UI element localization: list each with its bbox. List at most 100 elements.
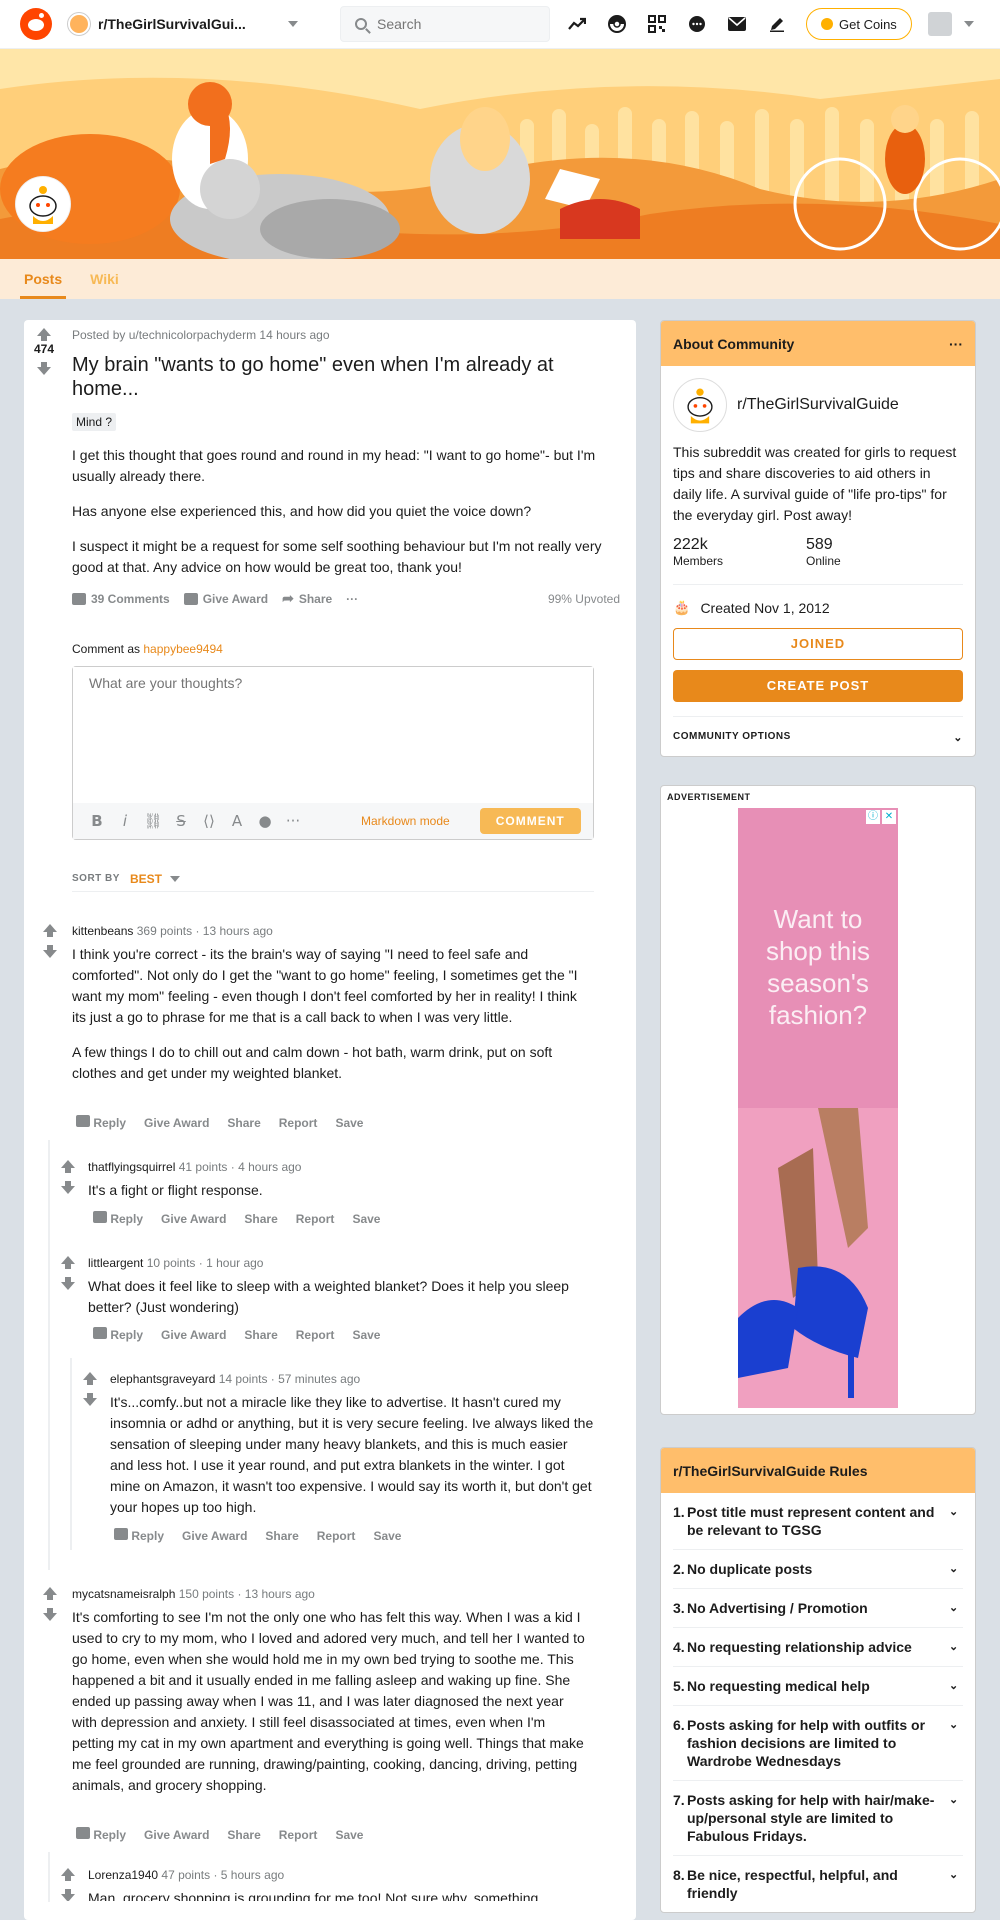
reply-button[interactable]: Reply <box>76 1115 126 1130</box>
upvote-icon[interactable] <box>43 924 57 937</box>
popular-icon[interactable] <box>606 13 628 35</box>
italic-icon[interactable]: i <box>111 812 139 830</box>
comment-author[interactable]: Lorenza1940 <box>88 1868 158 1882</box>
report-button[interactable]: Report <box>279 1828 318 1842</box>
share-button[interactable]: Share <box>227 1116 260 1130</box>
save-button[interactable]: Save <box>335 1828 363 1842</box>
upvote-icon[interactable] <box>61 1256 75 1269</box>
give-award-button[interactable]: Give Award <box>183 592 268 606</box>
get-coins-button[interactable]: Get Coins <box>806 8 912 40</box>
joined-button[interactable]: JOINED <box>673 628 963 660</box>
share-button[interactable]: Share <box>265 1529 298 1543</box>
reply-button[interactable]: Reply <box>93 1211 143 1226</box>
save-button[interactable]: Save <box>352 1212 380 1226</box>
editor-toolbar: B i ⛓ S ⟨⟩ A ● ··· Markdown mode COMMENT <box>73 803 593 839</box>
tab-posts[interactable]: Posts <box>20 259 67 299</box>
community-name[interactable]: r/TheGirlSurvivalGuide <box>737 396 899 414</box>
community-options-toggle[interactable]: COMMUNITY OPTIONS ⌄ <box>673 716 963 744</box>
upvote-icon[interactable] <box>83 1372 97 1385</box>
reply-button[interactable]: Reply <box>93 1327 143 1342</box>
rule-item[interactable]: 5. No requesting medical help ⌄ <box>673 1667 963 1706</box>
downvote-icon[interactable] <box>37 362 51 375</box>
comment-username[interactable]: happybee9494 <box>143 642 222 656</box>
share-button[interactable]: Share <box>227 1828 260 1842</box>
comment-author[interactable]: littleargent <box>88 1256 143 1270</box>
downvote-icon[interactable] <box>61 1889 75 1901</box>
comment-submit-button[interactable]: COMMENT <box>479 808 581 834</box>
trending-icon[interactable] <box>566 13 588 35</box>
more-options-button[interactable]: ··· <box>346 592 358 606</box>
pencil-icon[interactable] <box>766 13 788 35</box>
save-button[interactable]: Save <box>373 1529 401 1543</box>
share-button[interactable]: Share <box>244 1328 277 1342</box>
comments-button[interactable]: 39 Comments <box>72 592 170 606</box>
reply-button[interactable]: Reply <box>76 1827 126 1842</box>
downvote-icon[interactable] <box>43 1608 57 1621</box>
upvote-icon[interactable] <box>61 1160 75 1173</box>
subreddit-switcher[interactable]: r/TheGirlSurvivalGui... <box>68 6 308 42</box>
superscript-icon[interactable]: A <box>223 812 251 830</box>
bold-icon[interactable]: B <box>83 812 111 830</box>
code-icon[interactable]: ⟨⟩ <box>195 812 223 830</box>
give-award-button[interactable]: Give Award <box>161 1328 226 1342</box>
search-input[interactable] <box>377 16 527 32</box>
post-flair[interactable]: Mind ? <box>72 413 117 431</box>
rule-item[interactable]: 1. Post title must represent content and … <box>673 1493 963 1550</box>
report-button[interactable]: Report <box>296 1328 335 1342</box>
more-options-icon[interactable]: ··· <box>949 336 963 352</box>
create-post-button[interactable]: CREATE POST <box>673 670 963 702</box>
share-button[interactable]: Share <box>244 1212 277 1226</box>
close-icon[interactable]: ✕ <box>882 810 896 824</box>
comment-author[interactable]: kittenbeans <box>72 924 133 938</box>
give-award-button[interactable]: Give Award <box>144 1828 209 1842</box>
comment-body: It's...comfy..but not a miracle like the… <box>110 1392 594 1518</box>
upvote-icon[interactable] <box>37 328 51 341</box>
rule-item[interactable]: 6. Posts asking for help with outfits or … <box>673 1706 963 1781</box>
comment-author[interactable]: elephantsgraveyard <box>110 1372 215 1386</box>
markdown-mode-button[interactable]: Markdown mode <box>361 814 450 828</box>
give-award-button[interactable]: Give Award <box>182 1529 247 1543</box>
rule-item[interactable]: 3. No Advertising / Promotion ⌄ <box>673 1589 963 1628</box>
link-icon[interactable]: ⛓ <box>139 812 167 830</box>
comment-textarea[interactable] <box>73 667 593 803</box>
ad-banner[interactable]: ⓘ ✕ Want to shop this season's fashion? <box>738 808 898 1408</box>
qr-icon[interactable] <box>646 13 668 35</box>
give-award-button[interactable]: Give Award <box>144 1116 209 1130</box>
thread-line[interactable] <box>48 1852 50 1902</box>
comment-author[interactable]: thatflyingsquirrel <box>88 1160 175 1174</box>
rule-item[interactable]: 8. Be nice, respectful, helpful, and frie… <box>673 1856 963 1912</box>
rule-item[interactable]: 2. No duplicate posts ⌄ <box>673 1550 963 1589</box>
give-award-button[interactable]: Give Award <box>161 1212 226 1226</box>
ad-choices[interactable]: ⓘ ✕ <box>866 810 896 824</box>
rule-item[interactable]: 4. No requesting relationship advice ⌄ <box>673 1628 963 1667</box>
search-bar[interactable] <box>340 6 550 42</box>
chat-icon[interactable] <box>686 13 708 35</box>
thread-line[interactable] <box>70 1358 72 1550</box>
comment-author[interactable]: mycatsnameisralph <box>72 1587 175 1601</box>
strikethrough-icon[interactable]: S <box>167 812 195 830</box>
tab-wiki[interactable]: Wiki <box>86 259 123 299</box>
more-formatting-icon[interactable]: ··· <box>279 812 307 830</box>
mail-icon[interactable] <box>726 13 748 35</box>
share-button[interactable]: ➦ Share <box>282 590 332 607</box>
upvote-icon[interactable] <box>61 1868 75 1881</box>
report-button[interactable]: Report <box>296 1212 335 1226</box>
info-icon[interactable]: ⓘ <box>866 810 880 824</box>
downvote-icon[interactable] <box>61 1181 75 1194</box>
save-button[interactable]: Save <box>335 1116 363 1130</box>
reply-button[interactable]: Reply <box>114 1528 164 1543</box>
downvote-icon[interactable] <box>43 945 57 958</box>
spoiler-icon[interactable]: ● <box>251 812 279 830</box>
upvote-icon[interactable] <box>43 1587 57 1600</box>
sort-dropdown[interactable]: BEST <box>130 872 162 886</box>
downvote-icon[interactable] <box>61 1277 75 1290</box>
rule-item[interactable]: 7. Posts asking for help with hair/make-u… <box>673 1781 963 1856</box>
downvote-icon[interactable] <box>83 1393 97 1406</box>
comments-label: 39 Comments <box>91 591 170 606</box>
report-button[interactable]: Report <box>317 1529 356 1543</box>
report-button[interactable]: Report <box>279 1116 318 1130</box>
user-menu[interactable] <box>927 12 974 36</box>
reddit-logo-icon[interactable] <box>20 8 52 40</box>
thread-line[interactable] <box>48 1140 50 1570</box>
save-button[interactable]: Save <box>352 1328 380 1342</box>
